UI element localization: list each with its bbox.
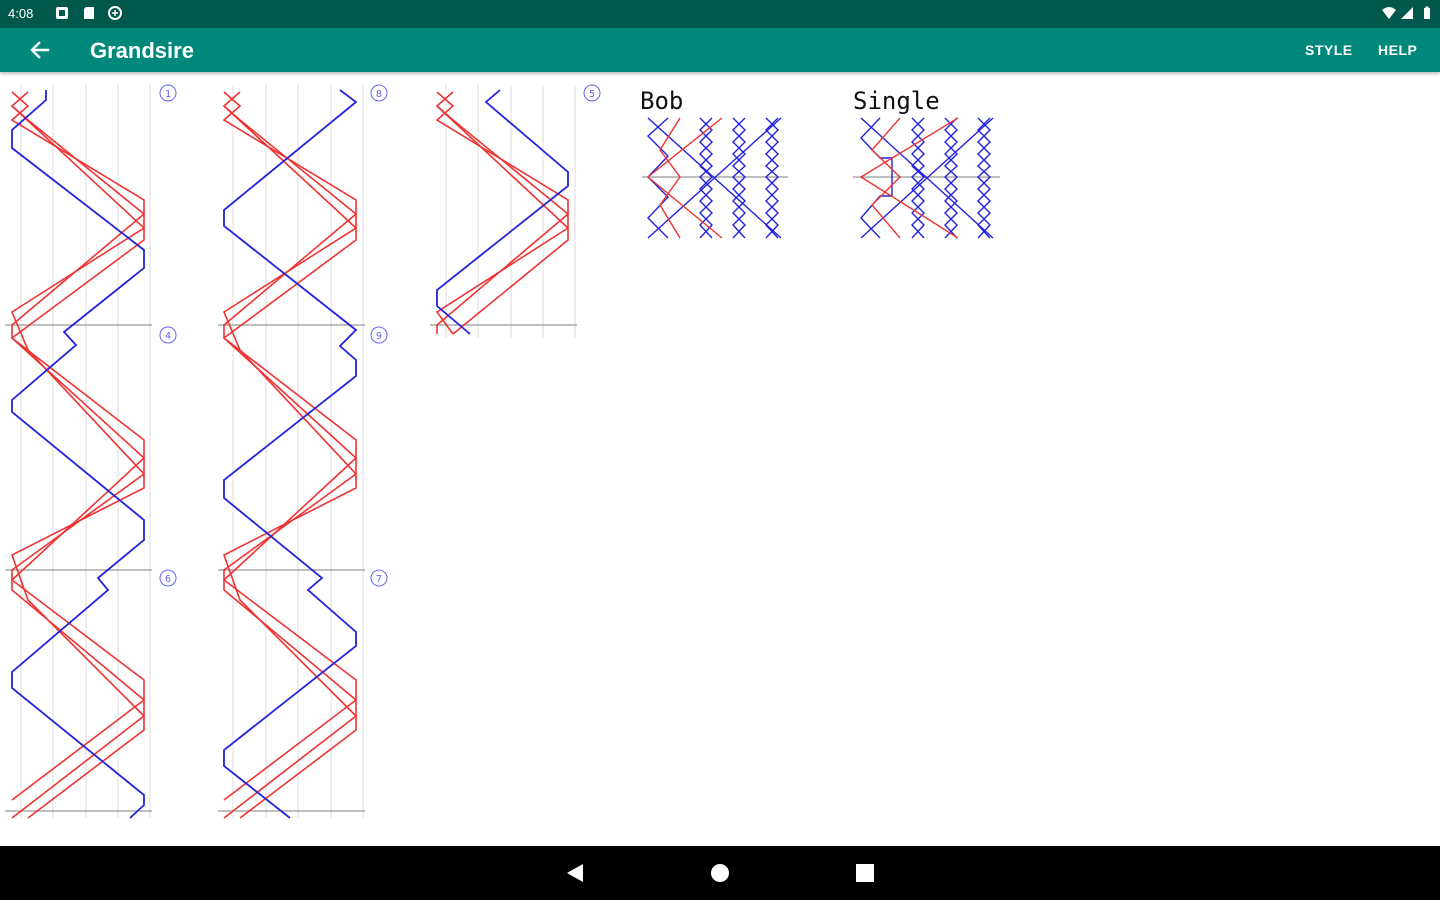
lead-number-1: 1 (165, 89, 171, 100)
wifi-icon (1382, 7, 1396, 19)
lead-number-8: 8 (376, 89, 382, 100)
lead-column-3: 5 (430, 84, 601, 338)
bob-title: Bob (640, 87, 683, 115)
cell-signal-icon (1401, 7, 1413, 19)
blue-line-diagram: 1 4 6 8 9 7 5 Bob Single (5, 84, 1000, 819)
lead-number-9: 9 (376, 331, 382, 342)
back-triangle-icon[interactable] (555, 854, 595, 892)
status-bar: 4:08 (0, 0, 1440, 28)
notification-icon (56, 7, 68, 19)
system-nav-bar (0, 846, 1440, 900)
home-circle-icon[interactable] (700, 854, 740, 892)
app-bar: Grandsire STYLE HELP (0, 28, 1440, 72)
arrow-back-icon[interactable] (24, 34, 56, 66)
status-time: 4:08 (8, 6, 34, 21)
bob-call-diagram: Bob (640, 87, 788, 239)
lead-number-5: 5 (589, 89, 595, 100)
lead-column-1: 1 4 6 (5, 84, 177, 819)
lead-number-4: 4 (165, 331, 171, 342)
style-button[interactable]: STYLE (1305, 42, 1353, 58)
single-call-diagram: Single (853, 87, 1000, 239)
recents-square-icon[interactable] (845, 854, 885, 892)
battery-icon (1424, 6, 1430, 19)
help-button[interactable]: HELP (1378, 42, 1417, 58)
sd-card-icon (84, 7, 94, 19)
single-title: Single (853, 87, 940, 115)
page-title: Grandsire (90, 38, 194, 63)
method-diagram-area: 1 4 6 8 9 7 5 Bob Single (0, 72, 1440, 846)
sync-icon (108, 6, 122, 20)
lead-column-2: 8 9 7 (218, 84, 388, 819)
lead-number-6: 6 (165, 574, 171, 585)
lead-number-7: 7 (376, 574, 382, 585)
